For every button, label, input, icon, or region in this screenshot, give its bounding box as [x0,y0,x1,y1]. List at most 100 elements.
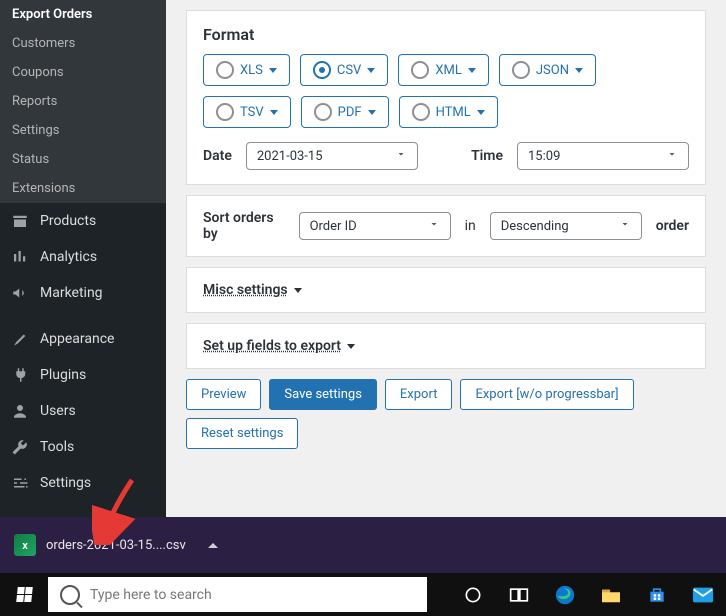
excel-file-icon: x [14,534,36,556]
format-section: Format XLS CSV XML JSON TSV PDF HTML Dat… [186,10,706,185]
download-filename[interactable]: orders-2021-03-15....csv [46,538,186,553]
chevron-down-icon [269,68,277,73]
download-options-button[interactable] [204,536,222,554]
sidebar-item-status[interactable]: Status [0,145,166,174]
sidebar-item-analytics[interactable]: Analytics [0,239,166,275]
taskbar-cortana[interactable] [450,573,496,616]
radio-icon [314,103,332,121]
export-button[interactable]: Export [385,379,453,410]
format-option-csv[interactable]: CSV [300,54,388,86]
chevron-down-icon [666,148,678,164]
sidebar-item-marketing[interactable]: Marketing [0,275,166,311]
taskbar-search[interactable]: Type here to search [48,577,427,612]
download-bar: x orders-2021-03-15....csv [0,517,726,573]
radio-icon [313,61,331,79]
sort-label: Sort orders by [203,210,285,242]
wrench-icon [10,437,30,457]
format-option-json[interactable]: JSON [499,54,596,86]
taskbar-mail[interactable] [680,573,726,616]
time-select[interactable]: 15:09 [517,142,689,170]
chevron-down-icon [347,344,355,349]
start-button[interactable] [0,573,48,616]
chevron-down-icon [477,110,485,115]
misc-settings-section: Misc settings [186,267,706,313]
chevron-down-icon [619,218,631,234]
format-option-tsv[interactable]: TSV [203,96,291,128]
misc-settings-toggle[interactable]: Misc settings [203,282,302,298]
user-icon [10,401,30,421]
radio-icon [412,103,430,121]
reset-settings-button[interactable]: Reset settings [186,418,298,449]
search-icon [60,585,80,605]
sidebar-item-reports[interactable]: Reports [0,87,166,116]
sidebar-item-label: Appearance [40,331,114,347]
brush-icon [10,329,30,349]
sidebar-item-extensions[interactable]: Extensions [0,174,166,203]
chevron-up-icon [208,543,218,548]
date-time-row: Date 2021-03-15 Time 15:09 [203,142,689,170]
export-wo-progressbar-button[interactable]: Export [w/o progressbar] [460,379,633,410]
time-label: Time [471,148,503,164]
radio-icon [216,61,234,79]
wp-admin-sidebar: Export Orders Customers Coupons Reports … [0,0,166,517]
main-content: Format XLS CSV XML JSON TSV PDF HTML Dat… [166,0,726,527]
sidebar-submenu: Export Orders Customers Coupons Reports … [0,0,166,203]
sidebar-item-users[interactable]: Users [0,393,166,429]
taskbar-explorer[interactable] [588,573,634,616]
date-label: Date [203,148,232,164]
sidebar-item-label: Settings [40,475,91,491]
sort-field-select[interactable]: Order ID [299,212,451,240]
format-option-xml[interactable]: XML [398,54,489,86]
sidebar-item-settings[interactable]: Settings [0,116,166,145]
archive-icon [10,211,30,231]
sort-section: Sort orders by Order ID in Descending or… [186,195,706,257]
setup-fields-toggle[interactable]: Set up fields to export [203,338,355,354]
taskbar-taskview[interactable] [496,573,542,616]
taskbar-store[interactable] [634,573,680,616]
sidebar-item-label: Analytics [40,249,97,265]
chevron-down-icon [575,68,583,73]
sidebar-item-label: Users [40,403,76,419]
chevron-down-icon [428,218,440,234]
save-settings-button[interactable]: Save settings [269,379,377,410]
sort-row: Sort orders by Order ID in Descending or… [203,210,689,242]
format-title: Format [203,25,689,44]
sidebar-item-label: Marketing [40,285,103,301]
bar-chart-icon [10,247,30,267]
format-option-html[interactable]: HTML [399,96,498,128]
preview-button[interactable]: Preview [186,379,261,410]
chevron-down-icon [270,110,278,115]
sidebar-item-products[interactable]: Products [0,203,166,239]
action-buttons: Preview Save settings Export Export [w/o… [186,379,706,449]
sidebar-item-export-orders[interactable]: Export Orders [0,0,166,29]
windows-taskbar: Type here to search [0,573,726,616]
search-placeholder: Type here to search [90,587,212,603]
sidebar-item-tools[interactable]: Tools [0,429,166,465]
taskbar-apps [450,573,726,616]
sort-suffix-text: order [656,218,689,234]
plug-icon [10,365,30,385]
format-options: XLS CSV XML JSON TSV PDF HTML [203,54,689,128]
radio-icon [411,61,429,79]
sidebar-item-coupons[interactable]: Coupons [0,58,166,87]
sort-direction-select[interactable]: Descending [490,212,642,240]
fields-section: Set up fields to export [186,323,706,369]
format-option-pdf[interactable]: PDF [301,96,389,128]
taskbar-edge[interactable] [542,573,588,616]
date-select[interactable]: 2021-03-15 [246,142,418,170]
chevron-down-icon [367,68,375,73]
sidebar-item-customers[interactable]: Customers [0,29,166,58]
sidebar-item-appearance[interactable]: Appearance [0,321,166,357]
sidebar-item-label: Tools [40,439,74,455]
megaphone-icon [10,283,30,303]
chevron-down-icon [368,110,376,115]
sidebar-item-settings[interactable]: Settings [0,465,166,501]
sort-middle-text: in [465,218,476,234]
format-option-xls[interactable]: XLS [203,54,290,86]
sidebar-item-label: Products [40,213,96,229]
chevron-down-icon [395,148,407,164]
sidebar-item-plugins[interactable]: Plugins [0,357,166,393]
sliders-icon [10,473,30,493]
sidebar-item-label: Plugins [40,367,86,383]
chevron-down-icon [294,288,302,293]
